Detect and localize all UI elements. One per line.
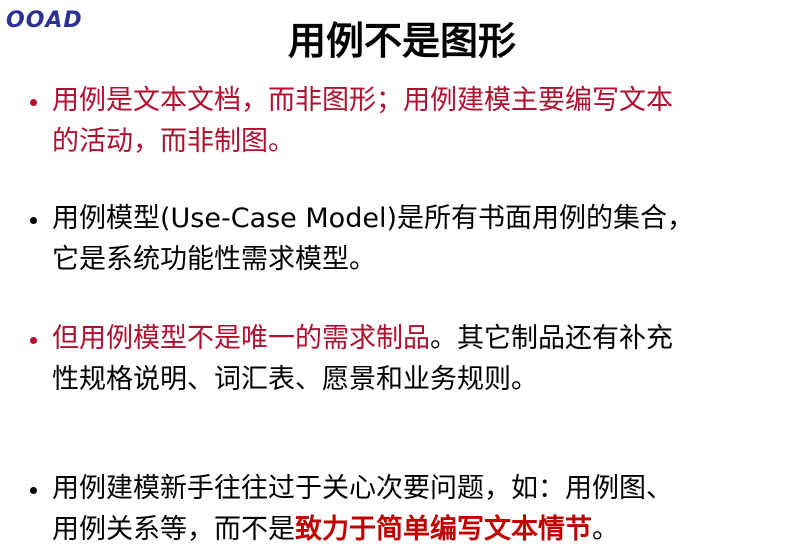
bullet-line-1: 用例模型(Use-Case Model)是所有书面用例的集合，	[52, 203, 694, 234]
bullet-line-1-black: 。其它制品还有补充	[430, 323, 673, 354]
bullet-line-1: 用例建模新手往往过于关心次要问题，如：用例图、	[52, 473, 673, 504]
bullet-dot	[30, 337, 37, 344]
bullet-line-2-emphasis: 致力于简单编写文本情节	[295, 514, 592, 545]
bullet-line-2: 性规格说明、词汇表、愿景和业务规则。	[52, 364, 538, 395]
bullet-dot	[30, 217, 37, 224]
bullet-line-2-end: 。	[592, 514, 619, 545]
bullet-dot	[30, 99, 37, 106]
bullet-line-1-red: 但用例模型不是唯一的需求制品	[52, 323, 430, 354]
bullet-item-4: 用例建模新手往往过于关心次要问题，如：用例图、 用例关系等，而不是致力于简单编写文…	[14, 468, 794, 550]
bullet-line-2: 它是系统功能性需求模型。	[52, 244, 376, 275]
slide-title: 用例不是图形	[287, 19, 516, 63]
bullet-text: 用例模型(Use-Case Model)是所有书面用例的集合， 它是系统功能性需求…	[52, 198, 794, 280]
bullet-item-3: 但用例模型不是唯一的需求制品。其它制品还有补充性规格说明、词汇表、愿景和业务规则…	[14, 318, 794, 400]
bullet-dot	[30, 487, 37, 494]
bullet-item-1: 用例是文本文档，而非图形；用例建模主要编写文本 的活动，而非制图。	[14, 80, 794, 162]
bullet-item-2: 用例模型(Use-Case Model)是所有书面用例的集合， 它是系统功能性需求…	[14, 198, 794, 280]
bullet-text: 用例建模新手往往过于关心次要问题，如：用例图、 用例关系等，而不是致力于简单编写文…	[52, 468, 794, 550]
bullet-line-1: 用例是文本文档，而非图形；用例建模主要编写文本	[52, 85, 673, 116]
bullet-text: 但用例模型不是唯一的需求制品。其它制品还有补充性规格说明、词汇表、愿景和业务规则…	[52, 318, 794, 400]
bullet-line-2-black: 用例关系等，而不是	[52, 514, 295, 545]
bullet-text: 用例是文本文档，而非图形；用例建模主要编写文本 的活动，而非制图。	[52, 80, 794, 162]
bullet-line-2: 的活动，而非制图。	[52, 126, 295, 157]
